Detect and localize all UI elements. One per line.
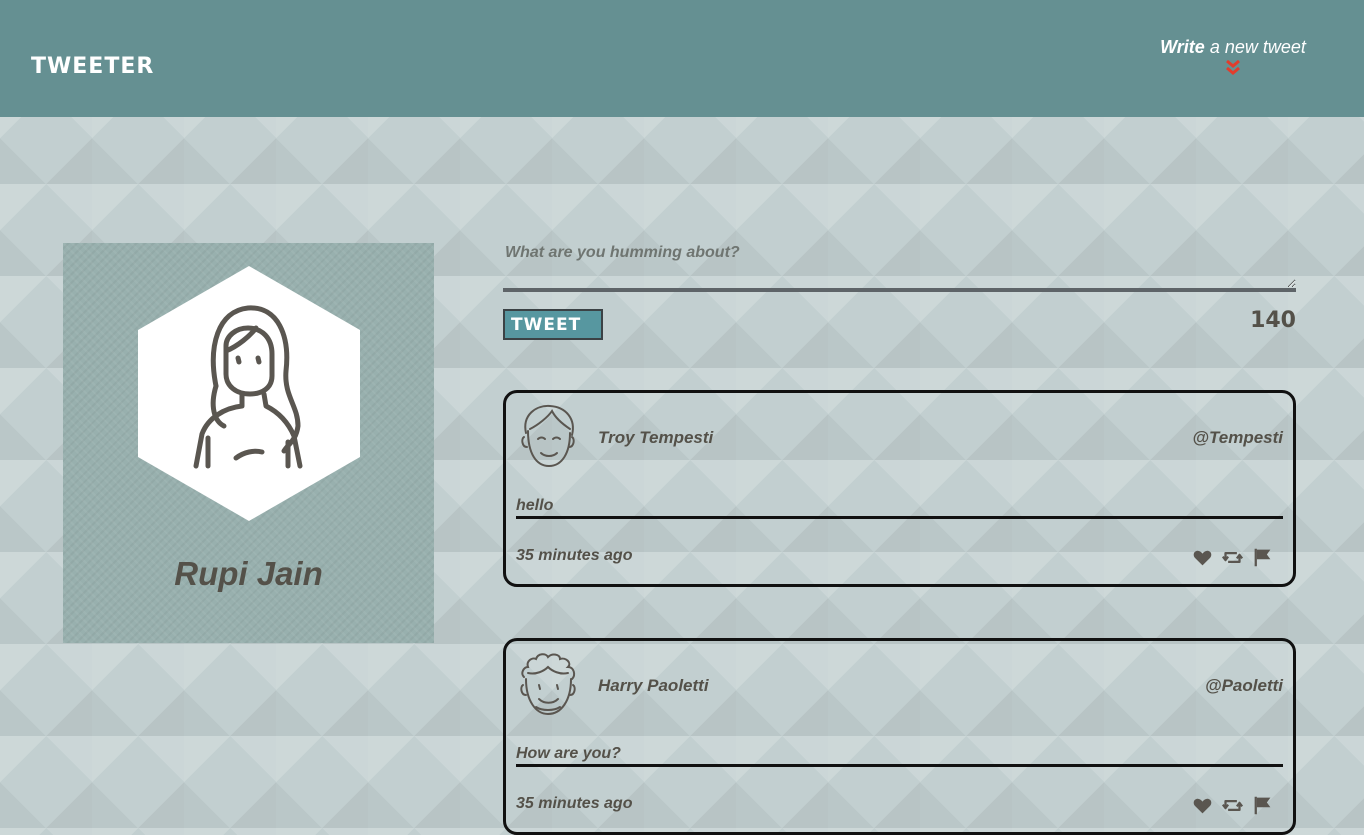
tweet-text: How are you? (516, 745, 1283, 767)
compose-toggle-strong: Write (1160, 37, 1205, 57)
tweet-author: Troy Tempesti (598, 428, 714, 447)
profile-avatar (138, 266, 360, 521)
tweet-card: Troy Tempesti @Tempesti hello 35 minutes… (503, 390, 1296, 587)
tweet-handle: @Paoletti (1205, 676, 1283, 695)
profile-card: Rupi Jain (63, 243, 434, 643)
profile-name: Rupi Jain (174, 555, 323, 592)
tweet-timestamp: 35 minutes ago (516, 795, 633, 812)
heart-icon[interactable] (1192, 795, 1213, 816)
tweet-input[interactable] (503, 240, 1296, 292)
tweet-timestamp: 35 minutes ago (516, 547, 633, 564)
flag-icon[interactable] (1252, 795, 1273, 816)
tweet-actions (1192, 795, 1273, 816)
char-counter: 140 (1250, 308, 1296, 333)
flag-icon[interactable] (1252, 547, 1273, 568)
compose-form: TWEET 140 (503, 240, 1296, 340)
tweet-card: Harry Paoletti @Paoletti How are you? 35… (503, 638, 1296, 835)
double-chevron-down-icon[interactable] (1226, 59, 1240, 75)
top-nav-bar: TWEETER Write a new tweet (0, 0, 1364, 117)
compose-toggle-label[interactable]: Write a new tweet (1153, 36, 1313, 58)
retweet-icon[interactable] (1222, 547, 1243, 568)
heart-icon[interactable] (1192, 547, 1213, 568)
tweet-button[interactable]: TWEET (503, 309, 603, 340)
boy-avatar-icon (521, 404, 575, 468)
tweet-actions (1192, 547, 1273, 568)
brand-logo[interactable]: TWEETER (31, 52, 154, 82)
tweet-text: hello (516, 497, 1283, 519)
tweet-handle: @Tempesti (1192, 428, 1283, 447)
tweet-author: Harry Paoletti (598, 676, 709, 695)
retweet-icon[interactable] (1222, 795, 1243, 816)
compose-toggle[interactable]: Write a new tweet (1153, 36, 1313, 75)
compose-toggle-rest: a new tweet (1204, 37, 1306, 57)
curly-hair-avatar-icon (520, 653, 576, 716)
